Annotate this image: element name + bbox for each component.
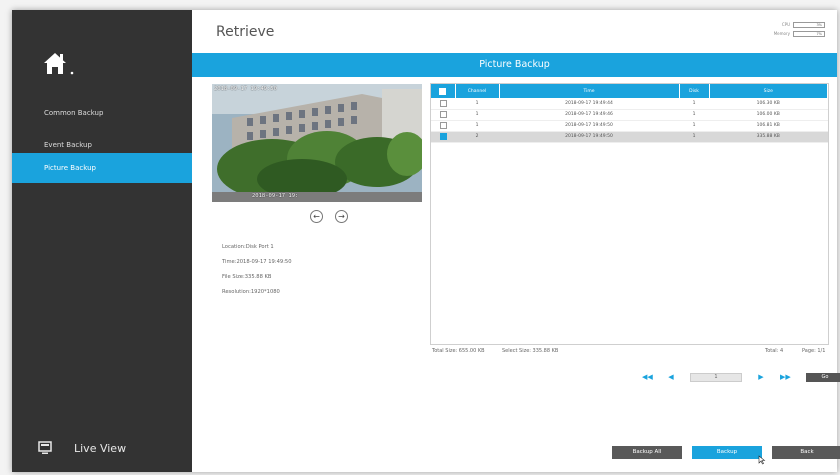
next-page-button[interactable]: ▶: [756, 372, 766, 382]
cell-size: 106.30 KB: [709, 98, 828, 110]
select-size: Select Size: 335.88 KB: [502, 348, 559, 354]
preview-timestamp-bottom: 2018-09-17 19:: [252, 193, 299, 199]
double-left-arrow-icon: ◀◀: [642, 373, 653, 381]
table-row[interactable]: 1 2018-09-17 19:49:44 1 106.30 KB: [431, 98, 828, 110]
info-location: Location:Disk Port 1: [222, 244, 274, 250]
left-arrow-icon: ◀: [668, 373, 674, 381]
picture-table: Channel Time Disk Size 1 2018-09-17 19:4…: [430, 83, 829, 345]
main-panel: Retrieve CPU 3% Memory 7% Picture Backup: [192, 10, 840, 472]
arrow-right-icon: →: [338, 212, 345, 221]
monitor-icon: [38, 441, 52, 454]
cell-disk: 1: [679, 98, 709, 110]
preview-image: [212, 84, 422, 202]
select-all-checkbox[interactable]: [439, 87, 447, 95]
prev-picture-button[interactable]: ←: [310, 210, 323, 223]
cell-size: 106.00 KB: [709, 109, 828, 121]
right-arrow-icon: ▶: [758, 373, 764, 381]
cell-time: 2018-09-17 19:49:46: [499, 109, 679, 121]
cell-disk: 1: [679, 131, 709, 143]
info-resolution: Resolution:1920*1080: [222, 289, 280, 295]
mouse-cursor-icon: [758, 455, 766, 465]
row-checkbox[interactable]: [439, 99, 447, 107]
info-file-size: File Size:335.88 KB: [222, 274, 272, 280]
next-picture-button[interactable]: →: [335, 210, 348, 223]
cell-channel: 1: [455, 109, 499, 121]
table-header-row: Channel Time Disk Size: [431, 84, 828, 98]
memory-value: 7%: [793, 30, 825, 37]
sidebar-item-picture-backup[interactable]: Picture Backup: [12, 153, 192, 183]
page-input[interactable]: 1: [690, 372, 742, 382]
cpu-value: 3%: [793, 21, 825, 28]
arrow-left-icon: ←: [313, 212, 320, 221]
row-checkbox[interactable]: [439, 122, 447, 129]
table-row[interactable]: 1 2018-09-17 19:49:50 1 106.81 KB: [431, 120, 828, 132]
cell-channel: 1: [455, 120, 499, 132]
live-view-button[interactable]: Live View: [38, 435, 126, 461]
resource-meters: CPU 3% Memory 7%: [705, 20, 825, 38]
cell-disk: 1: [679, 109, 709, 121]
app-window: Common Backup Event Backup Picture Backu…: [12, 10, 840, 472]
cpu-meter: CPU 3%: [705, 20, 825, 29]
memory-label: Memory: [773, 31, 790, 36]
live-view-label: Live View: [74, 441, 127, 455]
column-disk: Disk: [679, 84, 710, 98]
backup-button[interactable]: Backup: [692, 446, 762, 459]
first-page-button[interactable]: ◀◀: [642, 372, 653, 382]
cell-channel: 2: [455, 131, 499, 143]
column-channel: Channel: [455, 84, 500, 98]
double-right-arrow-icon: ▶▶: [780, 373, 791, 381]
screen: Common Backup Event Backup Picture Backu…: [0, 0, 840, 475]
section-banner: Picture Backup: [192, 53, 837, 77]
page-title: Retrieve: [216, 24, 275, 40]
back-button[interactable]: Back: [772, 446, 840, 459]
prev-page-button[interactable]: ◀: [666, 372, 676, 382]
pagination: ◀◀ ◀ 1 ▶ ▶▶ Go: [642, 372, 840, 382]
cell-size: 106.81 KB: [709, 120, 828, 132]
last-page-button[interactable]: ▶▶: [780, 372, 791, 382]
total-count: Total: 4: [765, 348, 784, 354]
home-icon[interactable]: [42, 50, 78, 78]
column-size: Size: [709, 84, 828, 98]
cell-disk: 1: [679, 120, 709, 132]
memory-meter: Memory 7%: [705, 29, 825, 38]
info-time: Time:2018-09-17 19:49:50: [222, 259, 292, 265]
backup-all-button[interactable]: Backup All: [612, 446, 682, 459]
cell-time: 2018-09-17 19:49:44: [499, 98, 679, 110]
sidebar-item-common-backup[interactable]: Common Backup: [12, 98, 192, 128]
cell-time: 2018-09-17 19:49:50: [499, 120, 679, 132]
preview-timestamp: 2018-09-17 19:49:50: [214, 86, 277, 92]
column-time: Time: [499, 84, 680, 98]
go-button[interactable]: Go: [806, 372, 840, 382]
row-checkbox[interactable]: [439, 111, 447, 118]
table-row[interactable]: 1 2018-09-17 19:49:46 1 106.00 KB: [431, 109, 828, 121]
cpu-label: CPU: [781, 22, 790, 27]
table-row-selected[interactable]: 2 2018-09-17 19:49:50 1 335.88 KB: [431, 131, 828, 143]
page-count: Page: 1/1: [802, 348, 826, 354]
cell-time: 2018-09-17 19:49:50: [499, 131, 679, 143]
sidebar: Common Backup Event Backup Picture Backu…: [12, 10, 192, 472]
cell-size: 335.88 KB: [709, 131, 828, 143]
cell-channel: 1: [455, 98, 499, 110]
total-size: Total Size: 655.00 KB: [432, 348, 485, 354]
row-checkbox-checked[interactable]: [439, 133, 447, 140]
picture-preview: 2018-09-17 19:49:50 2018-09-17 19:: [212, 84, 422, 202]
select-all-header[interactable]: [431, 84, 456, 98]
